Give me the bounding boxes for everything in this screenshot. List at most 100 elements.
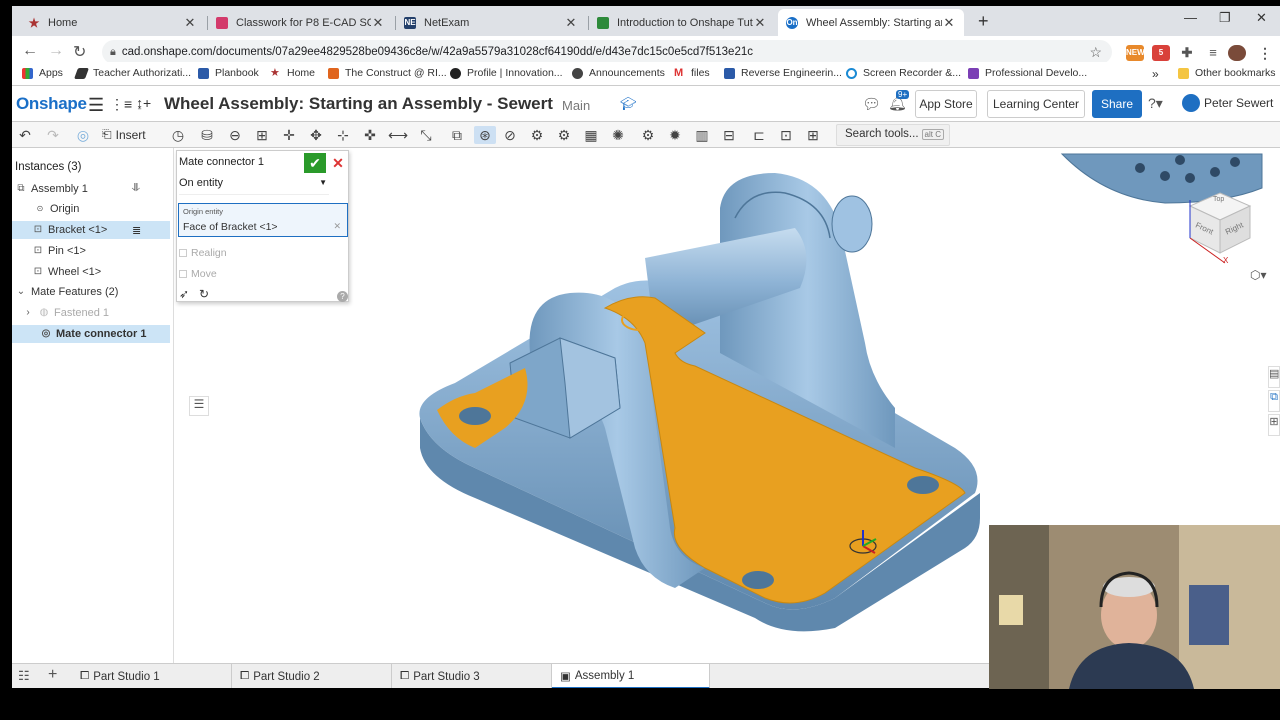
bookmark-other[interactable]: Other bookmarks — [1178, 67, 1276, 79]
tab-part-studio-1[interactable]: ⧠ Part Studio 1 — [72, 664, 232, 688]
tool-section-icon[interactable]: ▥ — [693, 126, 711, 144]
bookmark-teacher[interactable]: Teacher Authorizati... — [73, 67, 191, 79]
tool-revolute-mate-icon[interactable]: ⊖ — [226, 126, 244, 144]
user-avatar-icon[interactable] — [1182, 94, 1200, 112]
undo-icon[interactable]: ↶ — [16, 126, 34, 144]
forward-button[interactable]: → — [48, 42, 64, 60]
tool-pin-slot-mate-icon[interactable]: ⊹ — [334, 126, 352, 144]
tool-mate-connector-icon[interactable]: ⊛ — [474, 126, 496, 144]
browser-tab-tutorial[interactable]: Introduction to Onshape Tutorial ✕ — [589, 9, 775, 36]
address-bar[interactable]: 🔒︎ cad.onshape.com/documents/07a29ee4829… — [102, 40, 1112, 64]
close-icon[interactable]: ✕ — [371, 15, 385, 31]
mate-features-header[interactable]: ⌄ Mate Features (2) — [15, 283, 119, 301]
close-icon[interactable]: ✕ — [942, 15, 956, 31]
browser-tab-wheel-assembly[interactable]: On Wheel Assembly: Starting an Ass ✕ — [778, 9, 964, 36]
bookmark-profile[interactable]: Profile | Innovation... — [450, 67, 563, 79]
tool-tangent-mate-icon[interactable]: ⤡ — [417, 126, 435, 144]
mode-select[interactable]: On entity ▼ — [179, 177, 329, 195]
share-button[interactable]: Share — [1092, 90, 1142, 118]
tab-assembly-1[interactable]: ▣ Assembly 1 — [552, 664, 710, 688]
feature-list-toggle-icon[interactable]: ☰ — [189, 396, 209, 416]
reload-button[interactable]: ↻ — [73, 42, 86, 62]
tool-mass-props-icon[interactable]: ⊡ — [777, 126, 795, 144]
tool-screw-icon[interactable]: ▦ — [582, 126, 600, 144]
bookmark-construct[interactable]: The Construct @ RI... — [328, 67, 447, 79]
view-cube[interactable]: Top Front Right X — [1185, 188, 1255, 265]
url-text[interactable]: cad.onshape.com/documents/07a29ee4829528… — [122, 46, 1090, 58]
bookmark-reverse-eng[interactable]: Reverse Engineerin... — [724, 67, 842, 79]
origin-entity-field[interactable]: Origin entity Face of Bracket <1> ✕ — [178, 203, 348, 237]
extensions-puzzle-icon[interactable]: ✚ — [1178, 45, 1196, 61]
browser-tab-classwork[interactable]: Classwork for P8 E-CAD SOLA - C ✕ — [208, 9, 393, 36]
tab-manager-icon[interactable]: ☷ — [18, 668, 30, 684]
maximize-button[interactable]: ❐ — [1219, 10, 1231, 26]
app-store-button[interactable]: App Store — [915, 90, 977, 118]
bookmark-professional[interactable]: Professional Develo... — [968, 67, 1087, 79]
tool-display-states-icon[interactable]: ✹ — [666, 126, 684, 144]
extension-count-icon[interactable]: 5 — [1152, 45, 1170, 61]
profile-avatar[interactable] — [1228, 45, 1246, 61]
tool-fastened-mate-icon[interactable]: ⛁ — [198, 126, 216, 144]
insert-add-icon[interactable]: ↨+ — [136, 95, 151, 111]
accept-check-button[interactable]: ✔ — [304, 153, 326, 173]
tool-linear-icon[interactable]: ✺ — [609, 126, 627, 144]
menu-kebab-icon[interactable]: ⋮ — [1256, 45, 1274, 61]
close-window-button[interactable]: ✕ — [1256, 10, 1267, 26]
instance-pin-row[interactable]: ⊡ Pin <1> — [32, 242, 86, 260]
assembly-options-icon[interactable]: ⥥ — [132, 182, 140, 195]
onshape-logo[interactable]: Onshape — [16, 94, 87, 114]
browser-tab-netexam[interactable]: NE NetExam ✕ — [396, 9, 586, 36]
tool-planar-mate-icon[interactable]: ✛ — [280, 126, 298, 144]
playlist-icon[interactable]: ≡ — [1204, 45, 1222, 61]
learning-center-button[interactable]: Learning Center — [987, 90, 1085, 118]
reorient-secondary-axis-icon[interactable]: ↻ — [199, 287, 209, 301]
bookmark-apps[interactable]: Apps — [22, 67, 63, 79]
configurations-panel-icon[interactable]: ⊞ — [1268, 414, 1280, 436]
tab-part-studio-2[interactable]: ⧠ Part Studio 2 — [232, 664, 392, 688]
add-tab-icon[interactable]: + — [48, 666, 57, 684]
mate-fastened-row[interactable]: › ◍ Fastened 1 — [22, 304, 109, 322]
bookmark-star-icon[interactable]: ☆ — [1089, 44, 1102, 61]
realign-checkbox-row[interactable]: Realign — [179, 247, 227, 259]
view-options-icon[interactable]: ⬡▾ — [1250, 268, 1267, 282]
tool-cylindrical-mate-icon[interactable]: ✥ — [307, 126, 325, 144]
new-tab-button[interactable]: + — [978, 11, 989, 32]
tool-bom-icon[interactable]: ⊏ — [750, 126, 768, 144]
tool-gear-relation-icon[interactable]: ⚙︎ — [528, 126, 546, 144]
tool-replicate-icon[interactable]: ◷ — [169, 126, 187, 144]
tool-named-views-icon[interactable]: ⊞ — [804, 126, 822, 144]
comments-icon[interactable]: 💬︎ — [862, 95, 881, 113]
close-icon[interactable]: ✕ — [183, 15, 197, 31]
user-name[interactable]: Peter Sewert — [1204, 96, 1273, 110]
bookmark-planbook[interactable]: Planbook — [198, 67, 259, 79]
instance-wheel-row[interactable]: ⊡ Wheel <1> — [32, 263, 101, 281]
branch-label[interactable]: Main — [562, 98, 590, 113]
bookmark-files[interactable]: Mfiles — [674, 67, 710, 79]
bookmark-announcements[interactable]: Announcements — [572, 67, 665, 79]
instance-bracket-row[interactable]: ⊡ Bracket <1> ≣ — [12, 221, 170, 239]
cancel-x-button[interactable]: ✕ — [330, 153, 346, 173]
tool-parallel-mate-icon[interactable]: ⟷ — [388, 126, 408, 144]
realign-checkbox[interactable] — [179, 249, 187, 257]
back-button[interactable]: ← — [22, 42, 38, 60]
mate-connector-row[interactable]: ◎ Mate connector 1 — [12, 325, 170, 343]
tool-relation-icon[interactable]: ⊘ — [501, 126, 519, 144]
move-checkbox-row[interactable]: Move — [179, 268, 217, 280]
properties-panel-icon[interactable]: ⧉ — [1268, 390, 1280, 412]
tool-rack-pinion-icon[interactable]: ⚙︎ — [555, 126, 573, 144]
tool-explode-icon[interactable]: ⚙︎ — [639, 126, 657, 144]
clear-entity-icon[interactable]: ✕ — [333, 221, 341, 232]
graduation-cap-icon[interactable]: 🎓︎ — [620, 96, 637, 112]
redo-icon[interactable]: ↷ — [44, 126, 62, 144]
hamburger-menu-icon[interactable]: ☰ — [88, 95, 104, 116]
tool-measure-icon[interactable]: ⊟ — [720, 126, 738, 144]
minimize-button[interactable]: — — [1184, 10, 1197, 25]
help-icon[interactable]: ?▾ — [1148, 95, 1163, 112]
tool-slider-mate-icon[interactable]: ⊞ — [253, 126, 271, 144]
extension-new-icon[interactable]: NEW — [1126, 45, 1145, 61]
tool-group-icon[interactable]: ⧉ — [448, 126, 466, 144]
assembly-row[interactable]: ⧉ Assembly 1 — [15, 180, 87, 198]
search-tools-input[interactable]: Search tools... alt C — [836, 124, 950, 146]
browser-tab-home[interactable]: ★ Home ✕ — [20, 9, 205, 36]
appearance-panel-icon[interactable]: ▤ — [1268, 366, 1280, 388]
